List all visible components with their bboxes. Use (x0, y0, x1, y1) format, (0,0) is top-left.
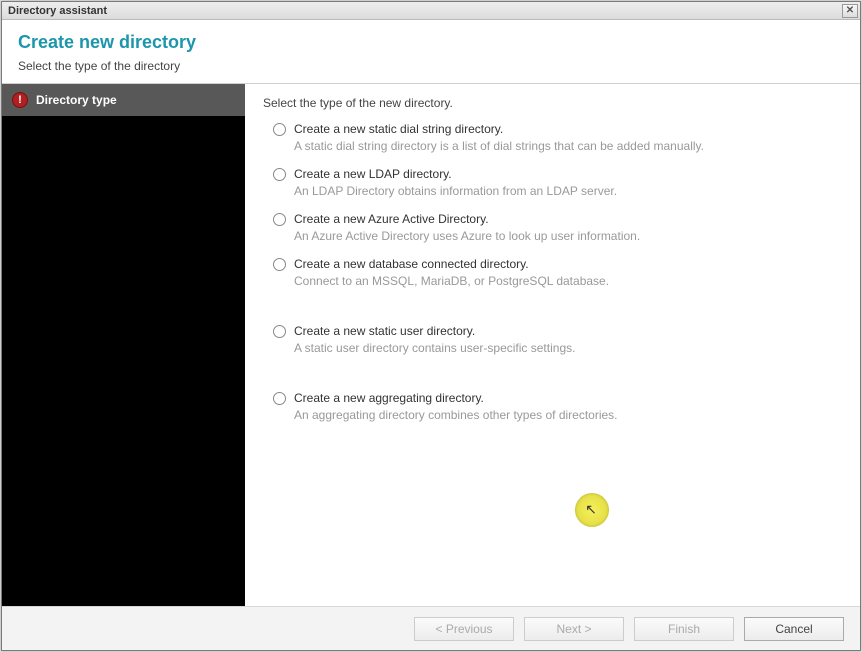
cancel-button[interactable]: Cancel (744, 617, 844, 641)
option-database[interactable]: Create a new database connected director… (273, 257, 842, 288)
radio-icon (273, 392, 286, 405)
finish-button: Finish (634, 617, 734, 641)
previous-button: < Previous (414, 617, 514, 641)
option-desc: An aggregating directory combines other … (294, 408, 618, 422)
option-label: Create a new static dial string director… (294, 122, 704, 136)
wizard-sidebar: ! Directory type (2, 84, 245, 606)
window-title: Directory assistant (8, 5, 842, 17)
option-aggregating[interactable]: Create a new aggregating directory. An a… (273, 391, 842, 422)
option-azure-ad[interactable]: Create a new Azure Active Directory. An … (273, 212, 842, 243)
close-button[interactable]: ✕ (842, 4, 858, 18)
wizard-footer: < Previous Next > Finish Cancel (2, 606, 860, 650)
option-label: Create a new LDAP directory. (294, 167, 617, 181)
next-button: Next > (524, 617, 624, 641)
radio-icon (273, 258, 286, 271)
radio-icon (273, 325, 286, 338)
sidebar-step-directory-type[interactable]: ! Directory type (2, 84, 245, 116)
option-ldap[interactable]: Create a new LDAP directory. An LDAP Dir… (273, 167, 842, 198)
option-desc: An LDAP Directory obtains information fr… (294, 184, 617, 198)
wizard-header: Create new directory Select the type of … (2, 20, 860, 84)
option-label: Create a new static user directory. (294, 324, 575, 338)
alert-icon: ! (12, 92, 28, 108)
option-desc: An Azure Active Directory uses Azure to … (294, 229, 640, 243)
radio-icon (273, 213, 286, 226)
wizard-window: Directory assistant ✕ Create new directo… (1, 1, 861, 651)
content-heading: Select the type of the new directory. (263, 96, 842, 110)
page-title: Create new directory (18, 32, 844, 53)
titlebar: Directory assistant ✕ (2, 2, 860, 20)
option-desc: A static user directory contains user-sp… (294, 341, 575, 355)
option-static-dial-string[interactable]: Create a new static dial string director… (273, 122, 842, 153)
option-desc: A static dial string directory is a list… (294, 139, 704, 153)
radio-icon (273, 168, 286, 181)
page-subtitle: Select the type of the directory (18, 59, 844, 73)
sidebar-item-label: Directory type (36, 93, 117, 107)
wizard-body: ! Directory type Select the type of the … (2, 84, 860, 606)
wizard-content: Select the type of the new directory. Cr… (245, 84, 860, 606)
option-label: Create a new aggregating directory. (294, 391, 618, 405)
option-label: Create a new database connected director… (294, 257, 609, 271)
option-desc: Connect to an MSSQL, MariaDB, or Postgre… (294, 274, 609, 288)
radio-icon (273, 123, 286, 136)
close-icon: ✕ (846, 5, 854, 16)
option-label: Create a new Azure Active Directory. (294, 212, 640, 226)
option-static-user[interactable]: Create a new static user directory. A st… (273, 324, 842, 355)
